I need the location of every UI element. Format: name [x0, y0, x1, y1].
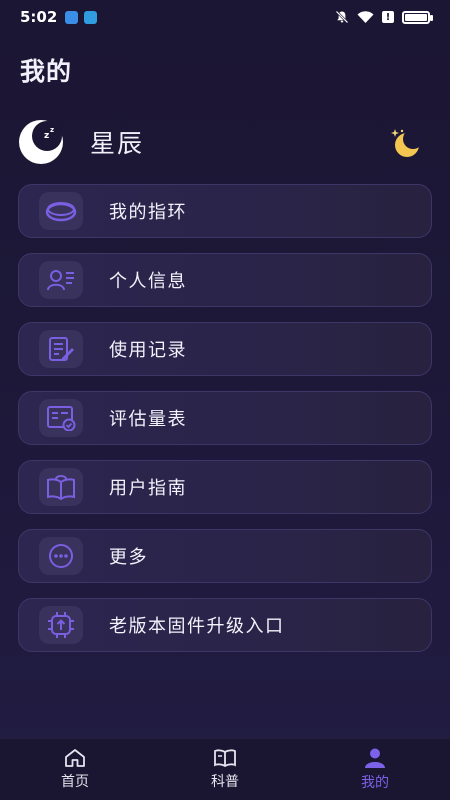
menu-list: 我的指环 个人信息 使用记录 评估量表 用户指南 更多 老版本固件升级入口 [18, 184, 432, 667]
tab-home[interactable]: 首页 [0, 739, 150, 800]
notification-search-icon [84, 10, 98, 24]
alert-icon: ! [382, 11, 394, 23]
menu-label-usage-records: 使用记录 [109, 340, 187, 361]
menu-label-personal-info: 个人信息 [109, 271, 187, 292]
tab-label-science: 科普 [211, 774, 239, 790]
home-icon [65, 749, 85, 767]
menu-label-my-ring: 我的指环 [109, 202, 187, 223]
menu-label-assessment-scale: 评估量表 [109, 409, 187, 430]
battery-fill [405, 13, 427, 21]
menu-label-user-guide: 用户指南 [109, 478, 187, 499]
status-bar: 5:02 ! [0, 0, 450, 34]
bottom-tab-bar: 首页 科普 我的 [0, 738, 450, 800]
user-icon [365, 748, 385, 768]
book-icon [214, 749, 236, 768]
tab-mine[interactable]: 我的 [300, 739, 450, 800]
status-time: 5:02 [20, 8, 58, 26]
menu-item-personal-info[interactable]: 个人信息 [18, 253, 432, 307]
profile-row[interactable]: z z 星辰 [18, 117, 422, 167]
svg-text:z: z [50, 126, 54, 134]
ring-icon [39, 192, 83, 230]
tab-label-mine: 我的 [361, 775, 389, 791]
svg-text:z: z [44, 131, 49, 141]
edit-document-icon [39, 330, 83, 368]
guide-book-icon [39, 468, 83, 506]
menu-item-firmware-upgrade[interactable]: 老版本固件升级入口 [18, 598, 432, 652]
more-dots-icon [39, 537, 83, 575]
menu-item-user-guide[interactable]: 用户指南 [18, 460, 432, 514]
battery-icon [402, 10, 433, 24]
person-card-icon [39, 261, 83, 299]
menu-label-firmware-upgrade: 老版本固件升级入口 [109, 616, 285, 637]
moon-star-icon[interactable] [388, 125, 422, 159]
scale-check-icon [39, 399, 83, 437]
page-title: 我的 [20, 57, 73, 86]
tab-label-home: 首页 [61, 774, 89, 790]
menu-item-more[interactable]: 更多 [18, 529, 432, 583]
notification-app-icon [65, 10, 79, 24]
mute-bell-icon [335, 10, 349, 24]
sleeping-moon-icon: z z [19, 120, 63, 164]
chip-upgrade-icon [39, 606, 83, 644]
tab-science[interactable]: 科普 [150, 739, 300, 800]
username: 星辰 [90, 129, 145, 158]
menu-label-more: 更多 [109, 547, 148, 568]
menu-item-usage-records[interactable]: 使用记录 [18, 322, 432, 376]
wifi-icon [357, 10, 374, 23]
menu-item-my-ring[interactable]: 我的指环 [18, 184, 432, 238]
menu-item-assessment-scale[interactable]: 评估量表 [18, 391, 432, 445]
